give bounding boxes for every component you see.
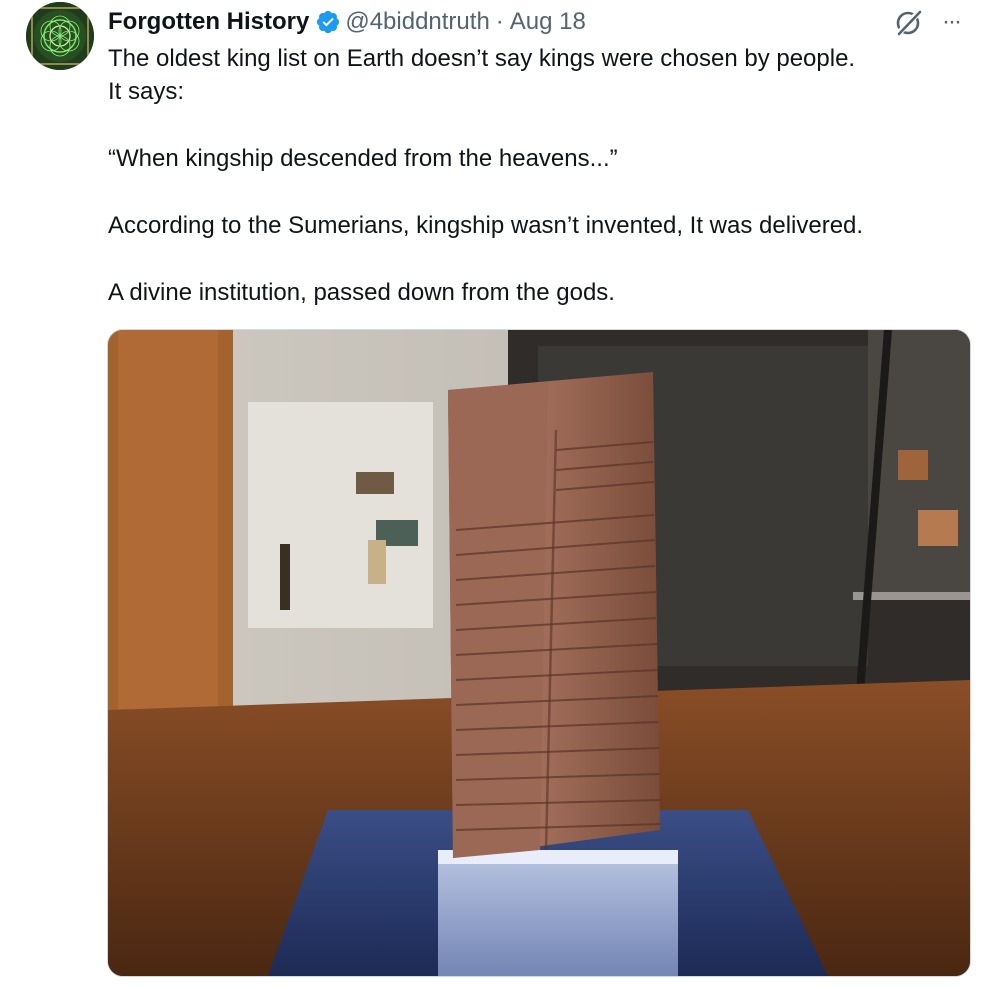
tweet-text: The oldest king list on Earth doesn’t sa… bbox=[108, 42, 978, 309]
header-separator: · bbox=[495, 8, 504, 35]
tweet-line bbox=[108, 176, 978, 209]
tweet-line bbox=[108, 242, 978, 275]
cuneiform-tablet-photo bbox=[108, 330, 970, 976]
more-options-icon[interactable]: ··· bbox=[942, 8, 968, 36]
verified-badge-icon[interactable] bbox=[315, 9, 341, 35]
tweet-header: Forgotten History @4biddntruth · Aug 18 bbox=[108, 6, 586, 38]
tweet-line bbox=[108, 109, 978, 142]
tweet-line: According to the Sumerians, kingship was… bbox=[108, 212, 864, 240]
tweet-line: “When kingship descended from the heaven… bbox=[108, 145, 618, 173]
grok-icon[interactable] bbox=[893, 6, 925, 38]
tweet-line: It says: bbox=[108, 78, 185, 106]
tweet-media-photo[interactable] bbox=[107, 329, 971, 977]
sacred-geometry-avatar-icon bbox=[26, 2, 94, 70]
author-handle[interactable]: @4biddntruth bbox=[345, 8, 489, 36]
author-avatar[interactable] bbox=[26, 2, 94, 70]
tweet-line: The oldest king list on Earth doesn’t sa… bbox=[108, 45, 856, 72]
tweet-date[interactable]: Aug 18 bbox=[510, 8, 586, 36]
author-name[interactable]: Forgotten History bbox=[108, 8, 309, 36]
tweet-line: A divine institution, passed down from t… bbox=[108, 278, 615, 306]
